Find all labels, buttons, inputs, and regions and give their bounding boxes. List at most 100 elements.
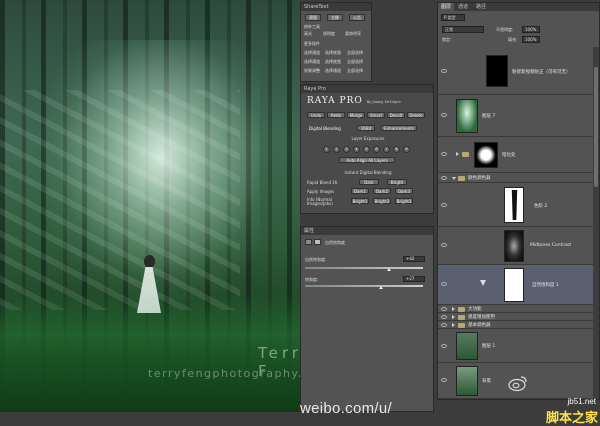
raya-exposure-5-button[interactable]: 5 [363, 146, 370, 153]
raya-bright1-button[interactable]: Bright1 [351, 198, 369, 204]
raya-redo-button[interactable]: Redo [327, 112, 345, 118]
share-row4-a[interactable]: 效果调整 [304, 68, 320, 73]
girl-dress [137, 267, 161, 313]
expand-arrow-icon[interactable] [456, 152, 459, 156]
share-row1-a[interactable]: 高光 [304, 31, 312, 36]
layer-mask-thumbnail [486, 55, 508, 87]
layer-row[interactable]: 图层 7 [438, 95, 595, 137]
raya-exposure-1-button[interactable]: 1 [323, 146, 330, 153]
visibility-eye-icon[interactable] [441, 344, 447, 348]
blend-mode-dropdown[interactable]: 正常 [442, 26, 484, 33]
raya-exposure-8-button[interactable]: 8 [393, 146, 400, 153]
layers-scrollbar-thumb[interactable] [594, 67, 598, 187]
visibility-eye-icon[interactable] [441, 323, 447, 327]
visibility-eye-icon[interactable] [441, 307, 447, 311]
opacity-field[interactable]: 100% [522, 26, 540, 33]
raya-enhancements-tab[interactable]: Enhancements [381, 125, 417, 131]
raya-bright2-button[interactable]: Bright2 [373, 198, 391, 204]
layer-row[interactable]: 图层 1 [438, 329, 595, 363]
raya-dark3-button[interactable]: Dark3 [395, 188, 413, 194]
fill-label: 填充: [508, 37, 518, 42]
visibility-eye-icon[interactable] [441, 378, 447, 382]
share-row2-b[interactable]: 选择底图 [325, 50, 341, 55]
layers-scrollbar[interactable] [593, 47, 599, 399]
saturation-slider[interactable] [305, 285, 423, 287]
fill-field[interactable]: 100% [522, 36, 540, 43]
raya-smart-button[interactable]: Smart [367, 112, 385, 118]
raya-auto-align-button[interactable]: Auto Align All Layers [339, 157, 395, 163]
raya-digital-blending-tab[interactable]: Digital Blending [309, 126, 341, 131]
layer-row-selected[interactable]: 自然饱和度 1 [438, 265, 595, 305]
raya-delete-button[interactable]: Delete [407, 112, 425, 118]
saturation-field[interactable]: +27 [403, 276, 425, 282]
share-btn-3[interactable]: 公告 [349, 14, 365, 21]
raya-bright3-button[interactable]: Bright3 [395, 198, 413, 204]
raya-exposure-2-button[interactable]: 2 [333, 146, 340, 153]
raya-exposure-7-button[interactable]: 7 [383, 146, 390, 153]
layer-thumbnail [456, 332, 478, 360]
share-row1-b[interactable]: 透明度 [323, 31, 335, 36]
expand-arrow-icon[interactable] [452, 307, 455, 311]
raya-exposure-4-button[interactable]: 4 [353, 146, 360, 153]
raya-16bit-tab[interactable]: 16Bit [357, 125, 375, 131]
expand-arrow-icon[interactable] [452, 315, 455, 319]
share-btn-1[interactable]: 滚图 [305, 14, 321, 21]
visibility-eye-icon[interactable] [441, 203, 447, 207]
layer-row[interactable]: 大功能 [438, 305, 595, 313]
vibrance-label: 自然饱和度: [305, 257, 327, 262]
visibility-eye-icon[interactable] [441, 69, 447, 73]
raya-exposure-9-button[interactable]: 9 [403, 146, 410, 153]
share-row1-c[interactable]: 柔和明亮 [345, 31, 361, 36]
properties-title: 属性 [301, 227, 433, 235]
visibility-eye-icon[interactable] [441, 243, 447, 247]
share-row4-b[interactable]: 选择通道 [325, 68, 341, 73]
vibrance-slider-knob[interactable] [386, 268, 391, 271]
share-row3-c[interactable]: 全部选择 [347, 59, 363, 64]
expand-arrow-icon[interactable] [452, 323, 455, 327]
raya-merge-button[interactable]: Merge [347, 112, 365, 118]
layer-name: 暗化处 [502, 153, 516, 158]
visibility-eye-icon[interactable] [441, 113, 447, 117]
layer-filter-dropdown[interactable]: P 类型 [441, 14, 465, 21]
collapse-arrow-icon[interactable] [452, 177, 456, 180]
vibrance-slider[interactable] [305, 267, 423, 269]
layer-row[interactable]: 暗化处 [438, 137, 595, 173]
visibility-eye-icon[interactable] [441, 315, 447, 319]
layer-row[interactable]: 色阶 2 [438, 183, 595, 227]
folder-icon [462, 152, 469, 157]
visibility-eye-icon[interactable] [441, 152, 447, 156]
mask-icon[interactable] [314, 239, 321, 245]
layers-panel: 图层 通道 路径 P 类型 正常 不透明度: 100% 锁定: 填充: 100%… [437, 2, 600, 400]
photo-canvas[interactable]: Terry F terryfengphotography.lofter.com [0, 0, 300, 412]
raya-dark-button[interactable]: Dark [359, 179, 379, 185]
tab-paths[interactable]: 路径 [476, 3, 486, 11]
share-row2-a[interactable]: 选择通道 [304, 50, 320, 55]
layer-row[interactable]: 感度增加使用 [438, 313, 595, 321]
layer-row[interactable]: 粉佬新视频防正（可有可无） [438, 47, 595, 95]
visibility-eye-icon[interactable] [441, 282, 447, 286]
layer-mask-thumbnail [504, 187, 524, 223]
layer-name: 粉佬新视频防正（可有可无） [512, 70, 571, 75]
raya-dark1-button[interactable]: Dark1 [351, 188, 369, 194]
share-row2-c[interactable]: 全部选择 [347, 50, 363, 55]
raya-decolt-button[interactable]: Decolt [387, 112, 405, 118]
layer-row[interactable]: 基本调色器 [438, 321, 595, 329]
layer-name: 图层 7 [482, 114, 496, 119]
vibrance-field[interactable]: +42 [403, 256, 425, 262]
raya-exposure-6-button[interactable]: 6 [373, 146, 380, 153]
layer-row[interactable]: Midtones Contrast [438, 227, 595, 265]
share-row3-b[interactable]: 选择底图 [325, 59, 341, 64]
raya-undo-button[interactable]: Undo [307, 112, 325, 118]
tab-channels[interactable]: 通道 [458, 3, 468, 11]
share-row3-a[interactable]: 选择通道 [304, 59, 320, 64]
share-btn-2[interactable]: 左移 [327, 14, 343, 21]
tab-layers[interactable]: 图层 [438, 3, 455, 11]
raya-exposure-3-button[interactable]: 3 [343, 146, 350, 153]
layer-row[interactable]: 颜色调色器 [438, 173, 595, 183]
raya-bright-button[interactable]: Bright [387, 179, 407, 185]
visibility-eye-icon[interactable] [441, 176, 447, 180]
raya-dark2-button[interactable]: Dark2 [373, 188, 391, 194]
share-row4-c[interactable]: 全部选择 [347, 68, 363, 73]
saturation-slider-knob[interactable] [378, 286, 383, 289]
vibrance-adjust-icon [480, 280, 486, 286]
